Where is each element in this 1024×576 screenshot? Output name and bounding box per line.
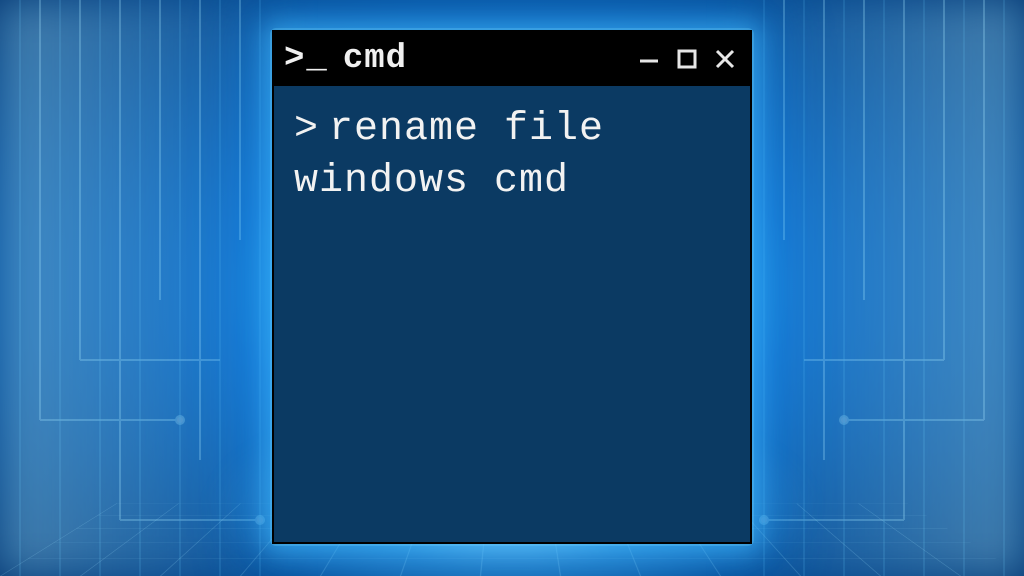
close-button[interactable]: [712, 46, 738, 72]
minimize-icon: [638, 48, 660, 70]
window-controls: [636, 46, 738, 72]
window-titlebar[interactable]: >_ cmd: [274, 32, 750, 86]
maximize-icon: [676, 48, 698, 70]
titlebar-left-group: >_ cmd: [284, 40, 407, 78]
minimize-button[interactable]: [636, 46, 662, 72]
maximize-button[interactable]: [674, 46, 700, 72]
terminal-prompt-caret: >: [294, 107, 319, 152]
terminal-body[interactable]: >rename file windows cmd: [274, 86, 750, 542]
terminal-command-text: rename file windows cmd: [294, 107, 629, 204]
terminal-prompt-icon: >_: [284, 42, 329, 76]
close-icon: [714, 48, 736, 70]
window-title: cmd: [343, 40, 407, 78]
terminal-window: >_ cmd >rename file windows cmd: [272, 30, 752, 544]
